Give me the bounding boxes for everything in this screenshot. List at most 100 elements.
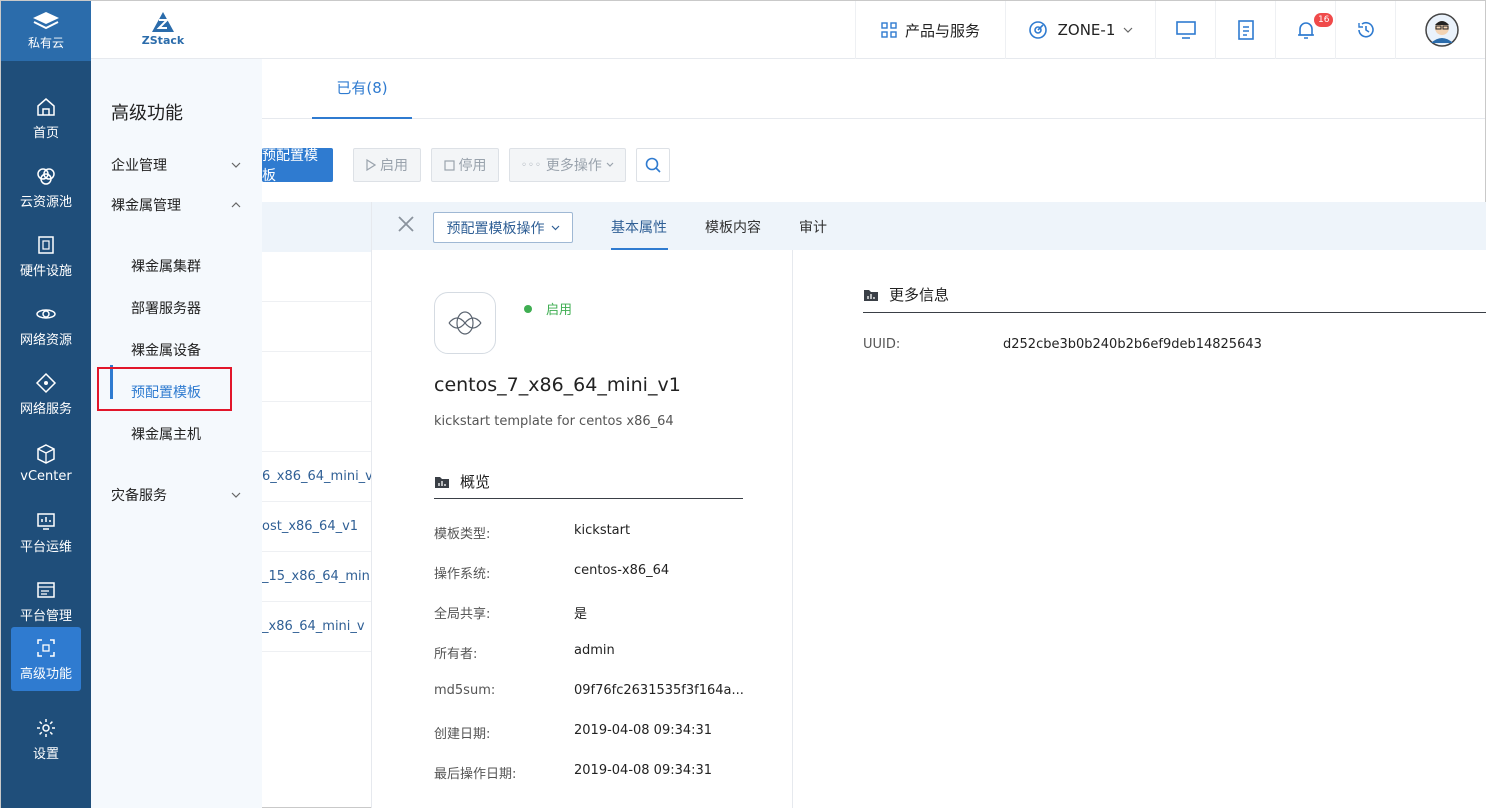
menu-item-baremetal-cluster[interactable]: 裸金属集群	[131, 256, 201, 276]
table-row[interactable]	[262, 352, 372, 402]
list-tabs: 已有(8)	[262, 59, 1485, 119]
more-actions-label: 更多操作	[545, 158, 602, 174]
column-divider	[792, 250, 793, 808]
user-avatar[interactable]	[1395, 1, 1486, 59]
nav-label: 高级功能	[19, 666, 72, 682]
cloud-pool-icon	[37, 167, 55, 185]
more-info-heading: 更多信息	[863, 284, 949, 305]
nav-item-cloud-pool[interactable]: 云资源池	[1, 155, 91, 219]
row-name[interactable]: 6_x86_64_mini_v1	[262, 469, 372, 484]
notifications-button[interactable]: 16	[1275, 1, 1335, 59]
chevron-down-icon	[1123, 27, 1133, 33]
menu-item-baremetal-host[interactable]: 裸金属主机	[131, 424, 201, 444]
nav-item-home[interactable]: 首页	[1, 86, 91, 150]
row-name[interactable]: _15_x86_64_mini_	[262, 569, 372, 584]
menu-item-deploy-server[interactable]: 部署服务器	[131, 298, 201, 318]
table-row[interactable]	[262, 302, 372, 352]
menu-group-label: 企业管理	[111, 158, 167, 174]
disable-button[interactable]: 停用	[431, 148, 499, 182]
highlight-box	[97, 367, 232, 411]
template-name: centos_7_x86_64_mini_v1	[434, 374, 681, 396]
table-row[interactable]	[262, 402, 372, 452]
field-value: admin	[574, 643, 615, 658]
tab-basic-properties[interactable]: 基本属性	[611, 217, 667, 237]
notification-badge: 16	[1314, 13, 1334, 27]
nav-item-network-resource[interactable]: 网络资源	[1, 293, 91, 357]
menu-group-enterprise[interactable]: 企业管理	[111, 155, 241, 175]
more-info-title: 更多信息	[889, 286, 950, 304]
bell-icon	[1297, 22, 1314, 39]
nav-label: 云资源池	[19, 194, 72, 210]
menu-item-baremetal-device[interactable]: 裸金属设备	[131, 340, 201, 360]
chevron-down-icon	[606, 162, 614, 167]
console-button[interactable]	[1155, 1, 1215, 59]
template-icon	[448, 311, 482, 335]
table-row[interactable]: ost_x86_64_v1	[262, 502, 372, 552]
list-header	[262, 202, 372, 252]
template-actions-label: 预配置模板操作	[446, 220, 545, 237]
menu-group-baremetal[interactable]: 裸金属管理	[111, 195, 241, 215]
table-row-selected[interactable]: _x86_64_mini_v	[262, 602, 372, 652]
tab-existing[interactable]: 已有(8)	[312, 77, 412, 119]
table-row[interactable]	[262, 252, 372, 302]
platform-ops-icon	[37, 512, 55, 530]
docs-button[interactable]	[1215, 1, 1275, 59]
close-icon[interactable]	[396, 214, 416, 234]
field-label: 操作系统:	[434, 567, 491, 582]
nav-item-network-service[interactable]: 网络服务	[1, 362, 91, 426]
table-row[interactable]: _15_x86_64_mini_	[262, 552, 372, 602]
history-button[interactable]	[1335, 1, 1395, 59]
search-button[interactable]	[636, 148, 670, 182]
tab-audit[interactable]: 审计	[799, 217, 827, 237]
home-icon	[37, 97, 55, 116]
nav-item-settings[interactable]: 设置	[1, 707, 91, 771]
template-actions-dropdown[interactable]: 预配置模板操作	[433, 212, 573, 243]
field-value: 是	[574, 607, 588, 622]
enable-label: 启用	[380, 158, 408, 174]
tab-template-content[interactable]: 模板内容	[705, 217, 761, 237]
play-icon	[366, 159, 376, 171]
overview-heading: 概览	[434, 471, 490, 492]
chevron-down-icon	[231, 162, 241, 168]
advanced-icon	[37, 638, 55, 657]
nav-item-platform-manage[interactable]: 平台管理	[1, 569, 91, 633]
field-value: kickstart	[574, 523, 631, 538]
row-name[interactable]: ost_x86_64_v1	[262, 519, 358, 534]
chevron-down-icon	[551, 225, 559, 230]
products-services-menu[interactable]: 产品与服务	[855, 1, 1005, 59]
document-icon	[1237, 20, 1254, 40]
more-actions-button[interactable]: ◦◦◦ 更多操作	[509, 148, 626, 182]
nav-item-advanced[interactable]: 高级功能	[11, 627, 81, 691]
products-label: 产品与服务	[904, 21, 980, 40]
nav-label: 平台管理	[19, 608, 72, 624]
overview-title: 概览	[460, 473, 491, 491]
zstack-logo-icon	[152, 12, 174, 32]
nav-label: 网络资源	[19, 332, 72, 348]
nav-item-hardware[interactable]: 硬件设施	[1, 224, 91, 288]
enable-button[interactable]: 启用	[353, 148, 421, 182]
stop-icon	[443, 159, 455, 171]
table-row[interactable]: 6_x86_64_mini_v1	[262, 452, 372, 502]
folder-chart-icon	[435, 476, 449, 488]
status-dot-icon	[524, 304, 532, 313]
brand-private-cloud[interactable]: 私有云	[1, 1, 91, 61]
top-bar: ZStack 产品与服务 ZONE-1 16	[91, 1, 1485, 59]
clock-history-icon	[1357, 21, 1374, 38]
zstack-logo[interactable]: ZStack	[141, 11, 185, 47]
detail-header: 预配置模板操作 基本属性 模板内容 审计	[372, 202, 1486, 250]
nav-item-platform-ops[interactable]: 平台运维	[1, 500, 91, 564]
chevron-down-icon	[231, 492, 241, 498]
zone-selector[interactable]: ZONE-1	[1005, 1, 1155, 59]
field-value: centos-x86_64	[574, 563, 670, 578]
folder-chart-icon	[864, 289, 878, 301]
field-value: 2019-04-08 09:34:31	[574, 763, 713, 778]
create-template-button[interactable]: 预配置模板	[262, 148, 333, 184]
field-value: 09f76fc2631535f3f164a...	[574, 683, 744, 698]
menu-group-disaster-recovery[interactable]: 灾备服务	[111, 485, 241, 505]
menu-group-label: 裸金属管理	[111, 198, 181, 214]
nav-item-vcenter[interactable]: vCenter	[1, 431, 91, 495]
secondary-menu: 高级功能 企业管理 裸金属管理 裸金属集群 部署服务器 裸金属设备 预配置模板 …	[91, 59, 262, 808]
menu-group-label: 灾备服务	[111, 488, 167, 504]
row-name[interactable]: _x86_64_mini_v	[262, 619, 365, 634]
field-label: md5sum:	[434, 683, 496, 698]
